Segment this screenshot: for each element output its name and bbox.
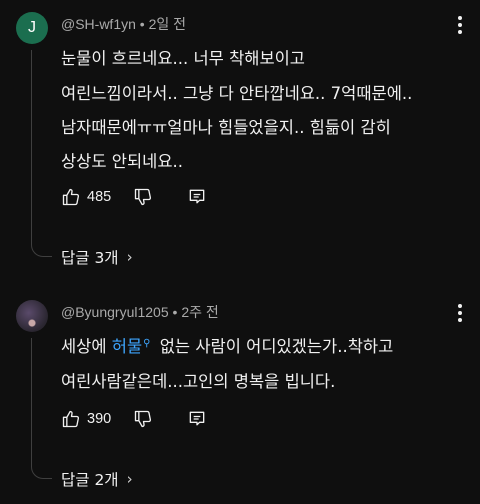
comment-meta: @Byungryul1205 • 2주 전 (61, 302, 219, 322)
thumbs-down-icon[interactable] (133, 187, 153, 207)
comment-actions: 390 (61, 407, 207, 431)
search-icon: ⚲ (143, 337, 151, 349)
comment-text-line: 세상에 허물⚲ 없는 사람이 어디있겠는가..착하고 (61, 337, 394, 356)
comment-time: 2주 전 (181, 304, 219, 320)
thumbs-down-icon[interactable] (133, 409, 153, 429)
comment-text-line: 상상도 안되네요.. (61, 152, 183, 171)
comment-text-line: 여린느낌이라서.. 그냥 다 안타깝네요.. 7억때문에.. (61, 84, 413, 103)
like-count: 485 (87, 189, 112, 205)
comment-text-line: 남자때문에ㅠㅠ얼마나 힘들었을지.. 힘듦이 감히 (61, 118, 391, 137)
reply-comment-icon[interactable] (187, 409, 207, 429)
more-options-icon[interactable] (458, 304, 462, 325)
meta-separator: • (139, 16, 145, 32)
thumbs-up-icon[interactable] (61, 187, 81, 207)
author-handle[interactable]: @SH-wf1yn (61, 16, 136, 32)
comment-actions: 485 (61, 185, 207, 209)
search-link[interactable]: 허물⚲ (112, 337, 155, 356)
view-replies-button[interactable]: 답글 3개 › (61, 246, 133, 268)
comment-text-line: 여린사람같은데...고인의 명복을 빕니다. (61, 372, 336, 391)
more-options-icon[interactable] (458, 16, 462, 37)
author-avatar[interactable]: J (16, 12, 48, 44)
meta-separator: • (172, 304, 178, 320)
author-avatar[interactable] (16, 300, 48, 332)
comment-meta: @SH-wf1yn • 2일 전 (61, 14, 186, 34)
author-handle[interactable]: @Byungryul1205 (61, 304, 169, 320)
chevron-right-icon: › (126, 248, 133, 266)
chevron-right-icon: › (126, 470, 133, 488)
comment-time: 2일 전 (148, 16, 187, 32)
like-count: 390 (87, 411, 112, 427)
reply-comment-icon[interactable] (187, 187, 207, 207)
thumbs-up-icon[interactable] (61, 409, 81, 429)
thread-connector (31, 338, 52, 479)
view-replies-button[interactable]: 답글 2개 › (61, 468, 133, 490)
thread-connector (31, 50, 52, 257)
comment-text-line: 눈물이 흐르네요... 너무 착해보이고 (61, 49, 305, 68)
